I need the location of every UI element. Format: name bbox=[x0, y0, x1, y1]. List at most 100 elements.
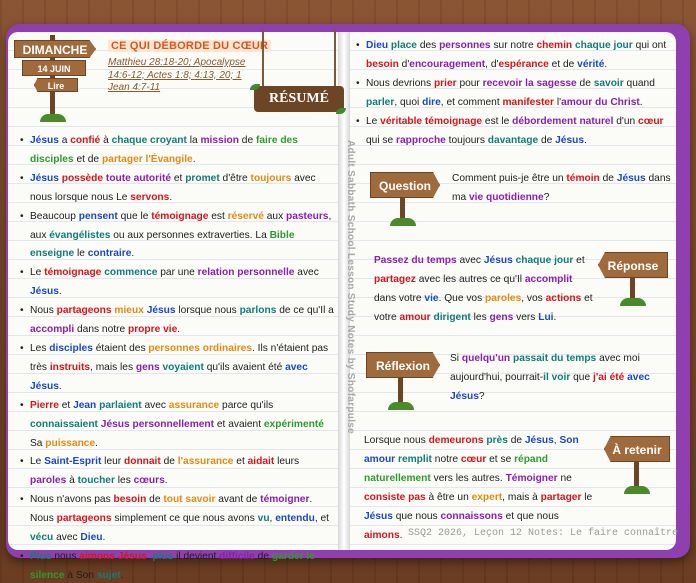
highlighted-word: personnes bbox=[439, 40, 491, 51]
text-segment: avec bbox=[456, 255, 484, 266]
highlighted-word: évangélistes bbox=[49, 229, 111, 241]
highlighted-word: partageons bbox=[56, 305, 112, 317]
highlighted-word: vie bbox=[424, 292, 439, 304]
text-segment: . bbox=[58, 286, 62, 298]
text-segment: à Son bbox=[64, 569, 97, 581]
summary-bullet: Les disciples étaient des personnes ordi… bbox=[20, 340, 336, 397]
highlighted-word: besoin bbox=[366, 58, 399, 70]
highlighted-word: parlaient bbox=[99, 399, 142, 411]
highlighted-word: dire bbox=[422, 96, 441, 108]
text-segment: , vos bbox=[521, 292, 546, 304]
summary-bullet: Nous devrions prier pour recevoir la sag… bbox=[356, 75, 674, 113]
highlighted-word: connaissaient bbox=[30, 418, 98, 430]
rope-icon bbox=[262, 30, 264, 88]
text-segment: . bbox=[639, 96, 643, 108]
highlighted-word: consiste pas bbox=[364, 491, 426, 503]
highlighted-word: savoir bbox=[593, 77, 624, 89]
text-segment: de bbox=[576, 77, 594, 89]
text-segment: de bbox=[160, 456, 178, 468]
highlighted-word: partager bbox=[540, 491, 582, 503]
text-segment: . bbox=[399, 529, 403, 541]
text-segment: d'être bbox=[219, 172, 251, 184]
text-segment: . bbox=[95, 437, 98, 449]
text-segment: ou aux personnes extraverties. La bbox=[110, 229, 270, 241]
retain-sign: À retenir bbox=[604, 436, 670, 462]
highlighted-word: Jésus bbox=[483, 255, 513, 266]
text-segment: Si bbox=[450, 353, 462, 364]
text-segment: Comment puis-je être un bbox=[452, 173, 567, 184]
text-segment: Le bbox=[30, 456, 45, 468]
summary-bullet: Le témoignage commence par une relation … bbox=[20, 264, 336, 302]
highlighted-word: assurance bbox=[168, 399, 220, 411]
text-segment: parce qu'ils bbox=[219, 399, 274, 411]
text-segment: et se bbox=[486, 453, 515, 465]
highlighted-word: Jean bbox=[73, 399, 97, 411]
highlighted-word: entendu bbox=[275, 513, 315, 525]
text-segment: avant de bbox=[215, 494, 261, 506]
highlighted-word: vécu bbox=[30, 532, 54, 544]
highlighted-word: cœur bbox=[460, 453, 487, 465]
highlighted-word: expert bbox=[471, 491, 503, 503]
read-sign: Lire bbox=[34, 78, 78, 92]
highlighted-word: promet bbox=[185, 172, 220, 184]
highlighted-word: connaissons bbox=[440, 510, 503, 522]
summary-bullet: Pierre et Jean parlaient avec assurance … bbox=[20, 397, 336, 454]
highlighted-word: chaque croyant bbox=[111, 135, 187, 146]
highlighted-word: parlons bbox=[239, 305, 277, 317]
highlighted-word: témoin bbox=[566, 173, 600, 184]
highlighted-word: relation personnelle bbox=[197, 267, 295, 279]
highlighted-word: voyaient bbox=[162, 361, 204, 373]
highlighted-word: vérité bbox=[577, 58, 605, 70]
summary-bullet: Nous n'avons pas besoin de tout savoir a… bbox=[20, 491, 336, 548]
highlighted-word: partager l'Évangile bbox=[101, 153, 193, 165]
highlighted-word: aidait bbox=[247, 456, 275, 468]
text-segment: de bbox=[507, 435, 525, 446]
highlighted-word: gens bbox=[135, 361, 160, 373]
text-segment: . bbox=[177, 324, 181, 336]
highlighted-word: possède bbox=[61, 172, 104, 184]
highlighted-word: chemin bbox=[536, 40, 573, 51]
text-segment: avec les autres ce qu'Il bbox=[415, 273, 525, 285]
highlighted-word: toujours bbox=[250, 172, 292, 184]
text-segment: Nous devrions bbox=[366, 77, 434, 89]
bible-references[interactable]: Matthieu 28:18-20; Apocalypse 14:6-12; A… bbox=[108, 57, 248, 95]
text-segment: lorsque nous bbox=[175, 305, 240, 317]
rope-icon bbox=[334, 30, 336, 88]
text-segment: , quoi bbox=[394, 96, 423, 108]
highlighted-word: donnait bbox=[124, 456, 161, 468]
highlighted-word: témoigner bbox=[260, 494, 310, 506]
text-segment: ? bbox=[543, 191, 550, 203]
highlighted-word: Jésus bbox=[146, 305, 176, 317]
highlighted-word: paroles bbox=[30, 475, 67, 487]
text-segment: . bbox=[102, 532, 106, 544]
highlighted-word: gens bbox=[489, 311, 514, 323]
highlighted-word: remplit bbox=[397, 453, 432, 465]
highlighted-word: disciples bbox=[49, 342, 93, 354]
highlighted-word: accomplit bbox=[524, 273, 573, 285]
text-segment: vers bbox=[513, 311, 539, 323]
text-segment: Sa bbox=[30, 437, 46, 449]
text-segment: leurs bbox=[274, 456, 300, 468]
highlighted-word: passait du temps bbox=[513, 353, 597, 364]
footer-caption: SSQ2 2026, Leçon 12 Notes: Le faire conn… bbox=[408, 528, 679, 539]
text-segment: vers les autres. bbox=[430, 472, 506, 484]
highlighted-word: Passez du temps bbox=[374, 255, 457, 266]
highlighted-word: espérance bbox=[498, 58, 549, 70]
text-segment: le bbox=[74, 248, 88, 260]
summary-bullet: Plus nous aimons Jésus, plus il devient … bbox=[20, 548, 336, 583]
text-segment: , mais les bbox=[90, 361, 136, 373]
highlighted-word: j'ai été bbox=[592, 371, 625, 383]
text-segment: et avaient bbox=[214, 418, 264, 430]
highlighted-word: demeurons bbox=[428, 435, 484, 446]
highlighted-word: toute autorité bbox=[105, 172, 172, 184]
highlighted-word: prier bbox=[433, 77, 457, 89]
highlighted-word: difficile bbox=[219, 550, 255, 562]
highlighted-word: sujet bbox=[96, 569, 121, 581]
left-summary-list: Jésus a confié à chaque croyant la missi… bbox=[20, 132, 336, 583]
summary-bullet: Jésus a confié à chaque croyant la missi… bbox=[20, 132, 336, 170]
text-segment: . bbox=[131, 248, 135, 260]
text-segment: d'un bbox=[613, 115, 639, 127]
text-segment: de ce qu'Il a bbox=[276, 305, 334, 317]
text-segment: la bbox=[186, 135, 201, 146]
text-segment: de bbox=[538, 134, 556, 146]
